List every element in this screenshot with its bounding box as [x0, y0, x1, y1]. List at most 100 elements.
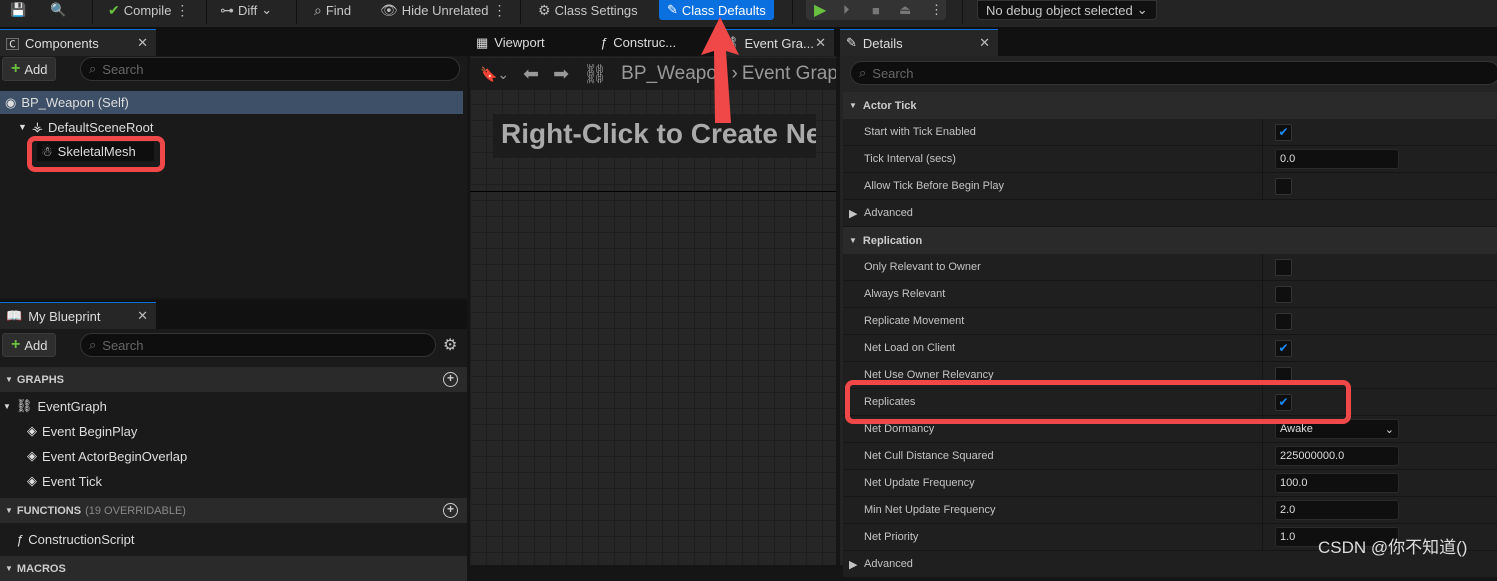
property-label: Net Dormancy	[864, 423, 935, 435]
tab-viewport[interactable]: ▦ Viewport	[470, 29, 588, 56]
property-row: Net Load on Client ✔	[843, 335, 1497, 362]
breadcrumb-graph[interactable]: Event Graph	[742, 63, 836, 85]
section-title: MACROS	[16, 562, 66, 575]
functions-section-header[interactable]: ▼ FUNCTIONS (19 OVERRIDABLE) +	[0, 498, 467, 523]
debug-object-dropdown[interactable]: No debug object selected ⌄	[977, 0, 1157, 20]
property-label: Net Priority	[864, 531, 919, 543]
property-label: Only Relevant to Owner	[864, 261, 981, 273]
search-icon: ⌕	[89, 61, 97, 76]
components-icon: 🄲	[6, 36, 20, 52]
triangle-down-icon: ▼	[5, 375, 13, 384]
bookmark-icon[interactable]: 🔖⌄	[480, 66, 509, 83]
list-item-event[interactable]: ◈ Event BeginPlay	[27, 423, 137, 439]
close-icon[interactable]: ✕	[815, 35, 826, 51]
play-icon[interactable]: ▶	[814, 0, 826, 20]
chevron-down-icon: ⌄	[1384, 424, 1394, 436]
tab-details[interactable]: ✎ Details ✕	[840, 29, 998, 56]
tab-components[interactable]: 🄲 Components ✕	[0, 29, 156, 56]
actor-icon: ◉	[5, 94, 17, 110]
diff-button[interactable]: ⊶ Diff ⌄	[220, 0, 272, 20]
value-input[interactable]: 225000000.0	[1275, 446, 1399, 466]
function-icon: ƒ	[16, 532, 24, 547]
checkbox[interactable]	[1275, 178, 1292, 195]
hide-unrelated-button[interactable]: 👁 Hide Unrelated ⋮	[380, 0, 507, 20]
event-icon: ◈	[27, 473, 37, 488]
search-placeholder: Search	[102, 61, 144, 77]
advanced-label: Advanced	[864, 558, 913, 570]
list-item-event[interactable]: ◈ Event ActorBeginOverlap	[27, 448, 187, 464]
checkbox[interactable]: ✔	[1275, 124, 1292, 141]
triangle-down-icon: ▼	[18, 122, 27, 132]
close-icon[interactable]: ✕	[137, 35, 148, 51]
tree-item-default-scene-root[interactable]: ▼ ⚶ DefaultSceneRoot	[18, 118, 153, 136]
close-icon[interactable]: ✕	[979, 35, 990, 51]
my-blueprint-search-input[interactable]: ⌕ Search	[80, 333, 436, 357]
compile-button[interactable]: ✔ Compile ⋮	[108, 0, 189, 20]
property-label: Replicate Movement	[864, 315, 965, 327]
close-icon[interactable]: ✕	[137, 308, 148, 324]
more-icon[interactable]: ⋮	[930, 0, 943, 20]
item-label: Event Tick	[42, 473, 102, 489]
advanced-row[interactable]: ▶ Advanced	[843, 200, 1497, 227]
tab-my-blueprint[interactable]: 📖 My Blueprint ✕	[0, 302, 156, 329]
forward-arrow-icon[interactable]: ➡	[553, 63, 569, 86]
add-component-button[interactable]: + Add	[2, 57, 57, 81]
graph-breadcrumb-bar: 🔖⌄ ⬅ ➡ ⛓ BP_Weapon › Event Graph	[470, 58, 836, 90]
stop-icon[interactable]: ■	[872, 0, 880, 20]
details-search-input[interactable]: ⌕ Search	[850, 61, 1497, 85]
class-settings-button[interactable]: ⚙ Class Settings	[538, 0, 638, 20]
viewport-icon: ▦	[476, 34, 489, 50]
pencil-icon: ✎	[846, 35, 857, 50]
property-label: Tick Interval (secs)	[864, 153, 956, 165]
list-item-construction-script[interactable]: ƒ ConstructionScript	[16, 532, 134, 547]
list-item-event-graph[interactable]: ▼ ⛓ EventGraph	[3, 398, 107, 414]
checkbox[interactable]	[1275, 286, 1292, 303]
value-input[interactable]: 0.0	[1275, 149, 1399, 169]
list-item-event[interactable]: ◈ Event Tick	[27, 473, 102, 489]
annotation-highlight-box	[27, 136, 165, 172]
tree-label: BP_Weapon (Self)	[21, 95, 129, 110]
checkbox[interactable]: ✔	[1275, 340, 1292, 357]
eject-icon[interactable]: ⏏	[899, 0, 911, 20]
tab-label: Viewport	[494, 35, 545, 50]
checkbox[interactable]	[1275, 313, 1292, 330]
functions-count: (19 OVERRIDABLE)	[85, 504, 186, 517]
property-label: Min Net Update Frequency	[864, 504, 996, 516]
components-search-input[interactable]: ⌕ Search	[80, 57, 460, 81]
compile-check-icon: ✔	[108, 1, 120, 18]
item-label: EventGraph	[37, 398, 107, 414]
function-icon: ƒ	[600, 35, 608, 50]
triangle-down-icon: ▼	[5, 564, 13, 573]
gear-icon: ⚙	[538, 1, 551, 18]
tree-item-self[interactable]: ◉ BP_Weapon (Self)	[0, 91, 463, 114]
triangle-down-icon: ▼	[849, 101, 857, 110]
save-icon[interactable]: 💾	[10, 0, 26, 20]
back-arrow-icon[interactable]: ⬅	[523, 63, 539, 86]
more-icon[interactable]: ⋮	[175, 2, 189, 19]
details-tab-label: Details	[862, 35, 903, 51]
property-row: Always Relevant	[843, 281, 1497, 308]
compile-label: Compile	[123, 2, 172, 18]
actor-tick-section-header[interactable]: ▼ Actor Tick	[843, 92, 1497, 119]
property-row: Allow Tick Before Begin Play	[843, 173, 1497, 200]
property-label: Net Update Frequency	[864, 477, 975, 489]
more-icon[interactable]: ⋮	[493, 2, 507, 19]
add-function-icon[interactable]: +	[443, 503, 458, 518]
item-label: Event ActorBeginOverlap	[42, 448, 188, 464]
step-icon[interactable]: ⏵	[843, 0, 850, 20]
replication-section-header[interactable]: ▼ Replication	[843, 227, 1497, 254]
property-row: Net Update Frequency 100.0	[843, 470, 1497, 497]
triangle-right-icon: ▶	[849, 208, 858, 220]
add-graph-icon[interactable]: +	[443, 372, 458, 387]
value-input[interactable]: 100.0	[1275, 473, 1399, 493]
graphs-section-header[interactable]: ▼ GRAPHS +	[0, 367, 467, 392]
checkbox[interactable]	[1275, 259, 1292, 276]
triangle-down-icon: ▼	[3, 401, 11, 411]
property-label: Allow Tick Before Begin Play	[864, 180, 1005, 192]
find-button[interactable]: ⌕ Find	[314, 0, 351, 20]
browse-icon[interactable]: 🔍	[50, 0, 66, 20]
add-member-button[interactable]: + Add	[2, 333, 57, 357]
macros-section-header[interactable]: ▼ MACROS	[0, 556, 467, 581]
value-input[interactable]: 2.0	[1275, 500, 1399, 520]
gear-icon[interactable]: ⚙	[443, 335, 457, 355]
